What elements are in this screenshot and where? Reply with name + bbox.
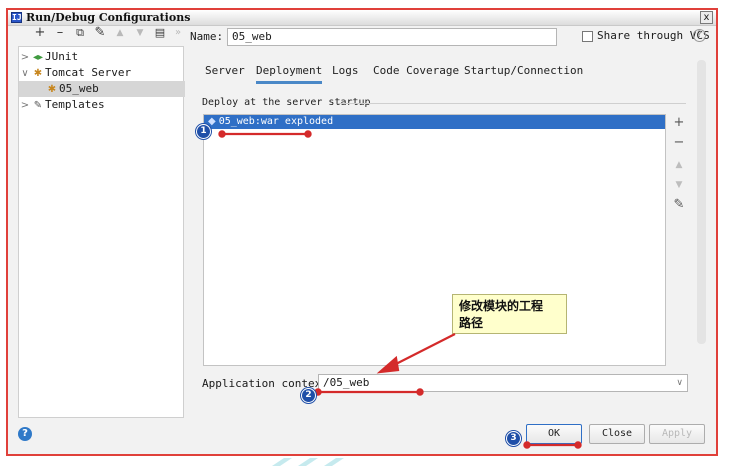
tree-item-tomcat-server[interactable]: ∨ ✱ Tomcat Server (19, 65, 131, 81)
remove-artifact-icon[interactable]: − (670, 134, 688, 152)
scrollbar[interactable] (697, 60, 706, 344)
annotation-callout: 修改模块的工程 路径 (452, 294, 567, 334)
configuration-tree: > ◂▸ JUnit ∨ ✱ Tomcat Server ✱ 05_web > ✎ Templ… (18, 46, 185, 418)
artifact-icon: ◆ (208, 116, 216, 127)
tab-deployment[interactable]: Deployment (256, 58, 323, 84)
expand-arrow-icon[interactable]: > (19, 50, 31, 66)
copy-icon[interactable]: ⧉ (72, 24, 88, 42)
tomcat-icon: ✱ (33, 68, 43, 79)
tab-startup-connection[interactable]: Startup/Connection (464, 58, 583, 84)
watermark-mark (298, 458, 318, 466)
deployment-tools: + − ▲ ▼ ✎ (670, 114, 688, 224)
watermark-mark (324, 458, 344, 466)
tree-item-label: 05_web (59, 82, 99, 95)
chevron-down-icon[interactable]: ∨ (676, 375, 683, 391)
name-field[interactable]: 05_web (227, 28, 557, 46)
remove-icon[interactable]: – (52, 24, 68, 42)
tab-server[interactable]: Server (205, 58, 245, 84)
tomcat-icon: ✱ (47, 84, 57, 95)
intellij-icon: IJ (11, 12, 22, 23)
tree-item-label: Tomcat Server (45, 66, 132, 79)
callout-line-2: 路径 (459, 316, 484, 330)
window-title: Run/Debug Configurations (26, 11, 191, 24)
junit-icon: ◂▸ (32, 52, 44, 63)
ok-button[interactable]: OK (526, 424, 582, 444)
app-context-label: Application context: (202, 377, 335, 390)
list-item[interactable]: ◆ 05_web:war exploded (204, 115, 665, 129)
move-up-icon[interactable]: ▲ (670, 156, 688, 174)
app-context-field[interactable]: /05_web ∨ (318, 374, 688, 392)
deployment-list[interactable]: ◆ 05_web:war exploded (203, 114, 666, 366)
folder-icon[interactable]: ▤ (152, 24, 168, 42)
move-down-icon[interactable]: ▼ (132, 24, 148, 42)
collapse-arrow-icon[interactable]: ∨ (19, 66, 31, 82)
name-label: Name: (190, 30, 224, 43)
config-toolbar: + – ⧉ ✎ ▲ ▼ ▤ » (4, 24, 182, 44)
tree-item-templates[interactable]: > ✎ Templates (19, 97, 105, 113)
add-icon[interactable]: + (32, 24, 48, 42)
tab-logs[interactable]: Logs (332, 58, 359, 84)
watermark-mark (272, 458, 292, 466)
tree-item-05-web[interactable]: ✱ 05_web (19, 81, 185, 97)
tree-item-label: Templates (45, 98, 105, 111)
tab-code-coverage[interactable]: Code Coverage (373, 58, 459, 84)
help-icon[interactable]: ? (18, 427, 32, 441)
step-badge: 3 (506, 431, 521, 446)
move-down-icon[interactable]: ▼ (670, 176, 688, 194)
apply-button[interactable]: Apply (649, 424, 705, 444)
more-icon[interactable]: » (170, 24, 186, 42)
artifact-label: 05_web:war exploded (218, 116, 334, 127)
add-artifact-icon[interactable]: + (670, 114, 688, 132)
step-badge: 1 (196, 124, 211, 139)
wrench-icon: ✎ (33, 100, 43, 111)
help-icon[interactable]: ? (693, 29, 706, 42)
expand-arrow-icon[interactable]: > (19, 98, 31, 114)
divider (338, 103, 686, 104)
edit-artifact-icon[interactable]: ✎ (670, 196, 688, 214)
share-vcs-checkbox[interactable] (582, 31, 593, 42)
step-badge: 2 (301, 388, 316, 403)
callout-line-1: 修改模块的工程 (459, 299, 544, 313)
tree-item-label: JUnit (45, 50, 79, 63)
tree-item-junit[interactable]: > ◂▸ JUnit (19, 49, 78, 65)
move-up-icon[interactable]: ▲ (112, 24, 128, 42)
wrench-icon[interactable]: ✎ (92, 24, 108, 42)
close-window-button[interactable]: x (700, 11, 713, 24)
close-button[interactable]: Close (589, 424, 645, 444)
app-context-value: /05_web (323, 376, 370, 389)
